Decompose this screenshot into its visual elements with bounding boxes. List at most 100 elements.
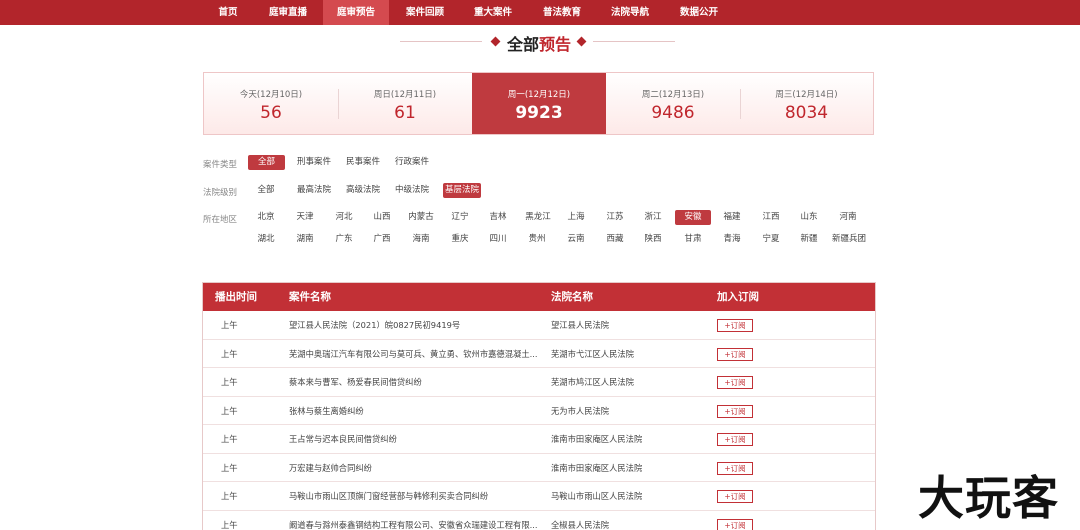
region-option[interactable]: 北京 (253, 210, 279, 225)
region-option[interactable]: 浙江 (640, 210, 666, 225)
nav-item-review[interactable]: 案件回顾 (399, 0, 451, 25)
filter-case-type: 案件类型 全部 刑事案件 民事案件 行政案件 (203, 155, 883, 172)
court-level-option[interactable]: 高级法院 (344, 183, 382, 198)
diamond-icon (576, 36, 587, 47)
cell-court-name: 淮南市田家庵区人民法院 (551, 434, 643, 444)
cell-case-name[interactable]: 阚道春与滁州泰鑫钢结构工程有限公司、安徽省众瑞建设工程有限... (289, 511, 539, 530)
region-option[interactable]: 甘肃 (680, 232, 706, 247)
region-option[interactable]: 新疆兵团 (829, 232, 869, 247)
region-option[interactable]: 天津 (292, 210, 318, 225)
region-option[interactable]: 广东 (331, 232, 357, 247)
region-option[interactable]: 重庆 (447, 232, 473, 247)
table-row[interactable]: 上午 阚道春与滁州泰鑫钢结构工程有限公司、安徽省众瑞建设工程有限... 全椒县人… (203, 511, 875, 530)
nav-item-major-cases[interactable]: 重大案件 (467, 0, 519, 25)
cell-case-name[interactable]: 张林与蔡生离婚纠纷 (289, 397, 539, 425)
case-type-option[interactable]: 刑事案件 (295, 155, 333, 170)
region-option[interactable]: 安徽 (675, 210, 711, 225)
cell-case-name[interactable]: 马鞍山市雨山区顶旗门窗经营部与韩修利买卖合同纠纷 (289, 482, 539, 510)
cell-case-name[interactable]: 蔡本来与曹军、杨爱春民间借贷纠纷 (289, 368, 539, 396)
cell-court-name: 芜湖市弋江区人民法院 (551, 348, 634, 359)
filter-court-level: 法院级别 全部 最高法院 高级法院 中级法院 基层法院 (203, 183, 883, 200)
region-option[interactable]: 湖北 (253, 232, 279, 247)
region-option[interactable]: 青海 (719, 232, 745, 247)
court-level-option[interactable]: 中级法院 (393, 183, 431, 198)
region-option[interactable]: 贵州 (524, 232, 550, 247)
cell-case-name[interactable]: 望江县人民法院（2021）皖0827民初9419号 (289, 311, 539, 339)
filter-label: 所在地区 (203, 215, 238, 225)
region-option[interactable]: 吉林 (485, 210, 511, 225)
subscribe-button[interactable]: +订阅 (717, 319, 753, 332)
column-header-case: 案件名称 (289, 291, 331, 303)
court-level-option[interactable]: 基层法院 (443, 183, 481, 198)
cell-case-name[interactable]: 万宏建与赵帅合同纠纷 (289, 454, 539, 482)
case-type-option[interactable]: 民事案件 (344, 155, 382, 170)
subscribe-button[interactable]: +订阅 (717, 404, 753, 418)
region-option[interactable]: 云南 (563, 232, 589, 247)
cell-time: 上午 (221, 491, 238, 501)
region-option[interactable]: 山西 (369, 210, 395, 225)
diamond-icon (490, 36, 501, 47)
table-row[interactable]: 上午 万宏建与赵帅合同纠纷 淮南市田家庵区人民法院 +订阅 (203, 454, 875, 482)
cell-time: 上午 (221, 519, 238, 530)
subscribe-button[interactable]: +订阅 (717, 376, 753, 389)
region-option[interactable]: 广西 (369, 232, 395, 247)
region-option[interactable]: 西藏 (602, 232, 628, 247)
subscribe-button[interactable]: +订阅 (717, 433, 753, 446)
nav-item-open-data[interactable]: 数据公开 (673, 0, 725, 25)
filter-region: 所在地区 北京 天津 河北 山西 内蒙古 辽宁 吉林 黑龙江 上海 江苏 浙江 … (203, 210, 883, 253)
nav-item-preview[interactable]: 庭审预告 (323, 0, 389, 25)
subscribe-button[interactable]: +订阅 (717, 518, 753, 530)
region-option[interactable]: 新疆 (796, 232, 822, 247)
nav-item-court-navigation[interactable]: 法院导航 (604, 0, 656, 25)
cell-case-name[interactable]: 芜湖中奥瑞江汽车有限公司与莫可兵、黄立勇、钦州市嘉德混凝土... (289, 340, 539, 368)
table-row[interactable]: 上午 蔡本来与曹军、杨爱春民间借贷纠纷 芜湖市鸠江区人民法院 +订阅 (203, 368, 875, 397)
region-option[interactable]: 河北 (331, 210, 357, 225)
date-tab-monday[interactable]: 周一(12月12日) 9923 (472, 73, 606, 134)
date-tabs: 今天(12月10日) 56 周日(12月11日) 61 周一(12月12日) 9… (203, 72, 874, 135)
cell-court-name: 马鞍山市雨山区人民法院 (551, 491, 643, 501)
region-option[interactable]: 内蒙古 (404, 210, 438, 225)
region-option[interactable]: 黑龙江 (521, 210, 555, 225)
table-row[interactable]: 上午 芜湖中奥瑞江汽车有限公司与莫可兵、黄立勇、钦州市嘉德混凝土... 芜湖市弋… (203, 340, 875, 368)
cell-case-name[interactable]: 王占常与迟本良民间借贷纠纷 (289, 425, 539, 453)
region-option[interactable]: 湖南 (292, 232, 318, 247)
date-tab-tuesday[interactable]: 周二(12月13日) 9486 (606, 73, 740, 134)
table-header: 播出时间 案件名称 法院名称 加入订阅 (203, 283, 875, 311)
table-row[interactable]: 上午 张林与蔡生离婚纠纷 无为市人民法院 +订阅 (203, 397, 875, 425)
region-option[interactable]: 宁夏 (758, 232, 784, 247)
region-option[interactable]: 河南 (835, 210, 861, 225)
date-tab-sunday[interactable]: 周日(12月11日) 61 (338, 73, 472, 134)
table-row[interactable]: 上午 望江县人民法院（2021）皖0827民初9419号 望江县人民法院 +订阅 (203, 311, 875, 340)
table-row[interactable]: 上午 马鞍山市雨山区顶旗门窗经营部与韩修利买卖合同纠纷 马鞍山市雨山区人民法院 … (203, 482, 875, 511)
date-tab-wednesday[interactable]: 周三(12月14日) 8034 (740, 73, 873, 134)
section-title: 全部预告 (0, 30, 1080, 54)
case-type-option[interactable]: 全部 (248, 155, 285, 170)
region-option[interactable]: 福建 (719, 210, 745, 225)
region-option[interactable]: 山东 (796, 210, 822, 225)
subscribe-button[interactable]: +订阅 (717, 461, 753, 475)
nav-item-live[interactable]: 庭审直播 (262, 0, 314, 25)
nav-item-home[interactable]: 首页 (206, 0, 250, 25)
nav-item-legal-education[interactable]: 普法教育 (536, 0, 588, 25)
filter-label: 法院级别 (203, 188, 238, 198)
cell-court-name: 无为市人民法院 (551, 405, 610, 416)
region-option[interactable]: 江西 (758, 210, 784, 225)
court-level-option[interactable]: 最高法院 (295, 183, 333, 198)
cell-time: 上午 (221, 320, 238, 330)
cell-time: 上午 (221, 348, 238, 359)
subscribe-button[interactable]: +订阅 (717, 347, 753, 361)
cell-time: 上午 (221, 377, 238, 387)
date-tab-today[interactable]: 今天(12月10日) 56 (204, 73, 338, 134)
region-option[interactable]: 上海 (563, 210, 589, 225)
region-option[interactable]: 辽宁 (447, 210, 473, 225)
region-option[interactable]: 江苏 (602, 210, 628, 225)
table-row[interactable]: 上午 王占常与迟本良民间借贷纠纷 淮南市田家庵区人民法院 +订阅 (203, 425, 875, 454)
region-option[interactable]: 海南 (408, 232, 434, 247)
region-option[interactable]: 陕西 (640, 232, 666, 247)
subscribe-button[interactable]: +订阅 (717, 490, 753, 503)
column-header-court: 法院名称 (551, 291, 593, 303)
cell-court-name: 全椒县人民法院 (551, 519, 610, 530)
region-option[interactable]: 四川 (485, 232, 511, 247)
case-type-option[interactable]: 行政案件 (393, 155, 431, 170)
court-level-option[interactable]: 全部 (250, 183, 282, 198)
